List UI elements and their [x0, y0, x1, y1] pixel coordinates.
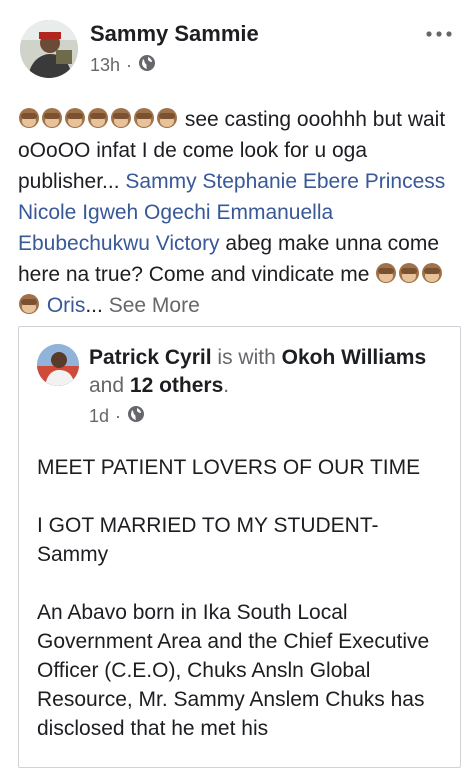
post-text: see casting ooohhh but wait oOoOO infat …: [18, 104, 464, 321]
shared-post-meta: 1d ·: [89, 405, 145, 428]
shared-author-avatar[interactable]: [37, 344, 79, 386]
see-no-evil-monkey-icons: [18, 108, 179, 131]
more-dots-icon: [426, 24, 452, 42]
post-header: Sammy Sammie 13h ·: [20, 18, 460, 82]
shared-timestamp[interactable]: 1d: [89, 406, 109, 427]
tagged-person-name[interactable]: Okoh Williams: [282, 346, 427, 369]
shared-post-header: Patrick Cyril is with Okoh Williams and …: [89, 344, 449, 400]
others-link[interactable]: 12 others: [130, 374, 223, 397]
header-period: .: [223, 374, 230, 397]
shared-post-card[interactable]: Patrick Cyril is with Okoh Williams and …: [18, 326, 461, 768]
mention-oris[interactable]: Oris: [47, 294, 86, 317]
shared-paragraph: An Abavo born in Ika South Local Governm…: [37, 601, 430, 740]
post-author-name[interactable]: Sammy Sammie: [90, 21, 259, 47]
avatar-photo: [20, 20, 78, 78]
globe-icon[interactable]: [127, 405, 145, 428]
meta-separator: ·: [126, 55, 133, 75]
more-options-button[interactable]: [424, 22, 454, 44]
mention-ebubechukwu-victory[interactable]: Ebubechukwu Victory: [18, 232, 220, 255]
see-more-link[interactable]: See More: [109, 294, 200, 317]
shared-author-name[interactable]: Patrick Cyril: [89, 346, 212, 369]
post-timestamp[interactable]: 13h: [90, 55, 120, 76]
shared-post-body: MEET PATIENT LOVERS OF OUR TIME I GOT MA…: [37, 453, 447, 772]
mention-emmanuella[interactable]: Emmanuella: [216, 201, 333, 224]
mention-sammy-stephanie-ebere[interactable]: Sammy Stephanie Ebere: [125, 170, 358, 193]
post-meta: 13h ·: [90, 54, 156, 77]
shared-avatar-photo: [37, 344, 79, 386]
shared-paragraph: MEET PATIENT LOVERS OF OUR TIME: [37, 456, 421, 479]
shared-paragraph: I GOT MARRIED TO MY STUDENT-Sammy: [37, 514, 379, 566]
shared-meta-separator: ·: [115, 406, 122, 426]
author-avatar[interactable]: [20, 20, 78, 78]
globe-icon[interactable]: [138, 54, 156, 77]
and-text: and: [89, 374, 125, 397]
is-with-text: is with: [217, 346, 276, 369]
ellipsis: ...: [85, 294, 103, 317]
